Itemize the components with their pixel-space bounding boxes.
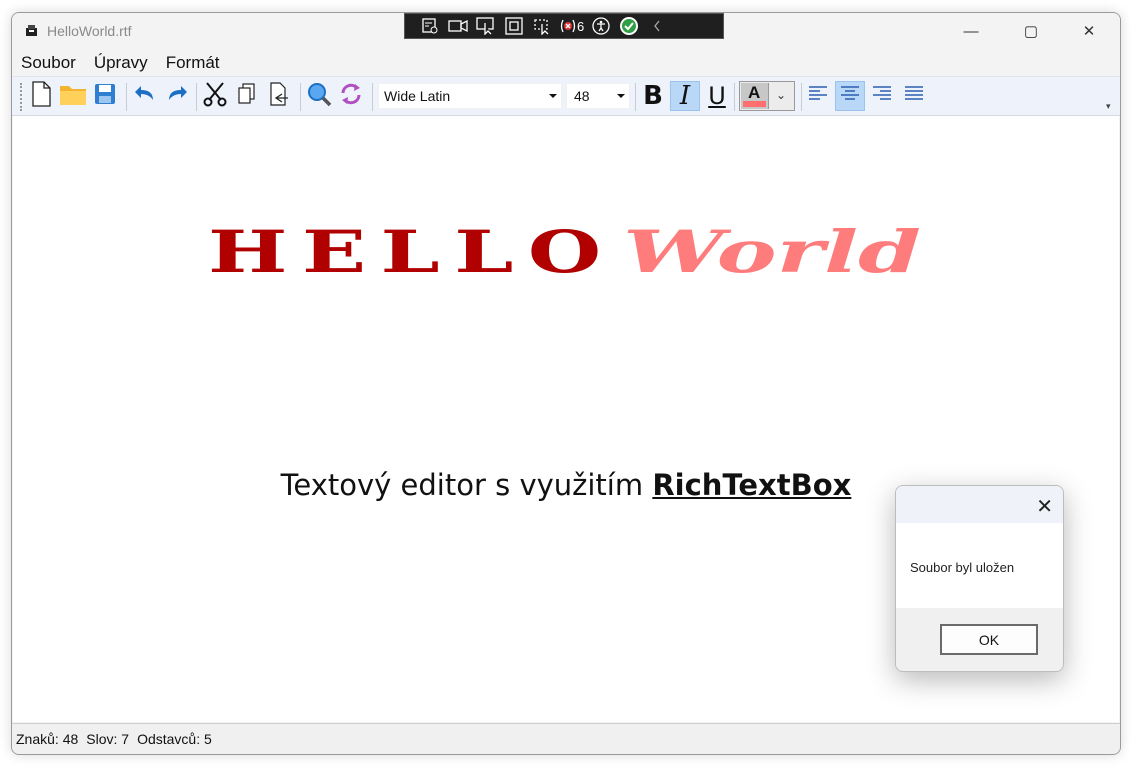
dialog-title-bar: ✕: [896, 486, 1063, 523]
paragraph-count: Odstavců: 5: [137, 731, 212, 747]
toolbar-separator: [801, 83, 802, 111]
new-file-button[interactable]: [26, 80, 56, 112]
menu-format[interactable]: Formát: [157, 53, 229, 73]
toolbar-grip[interactable]: [20, 83, 25, 111]
redo-button[interactable]: [162, 81, 192, 111]
align-center-button[interactable]: [835, 81, 865, 111]
paste-button[interactable]: [264, 81, 294, 111]
app-icon: [24, 23, 40, 43]
undo-button[interactable]: [130, 81, 160, 111]
new-document-icon: [30, 80, 52, 112]
window-title: HelloWorld.rtf: [47, 23, 132, 39]
title-bar: HelloWorld.rtf 6 — ▢ ✕: [12, 13, 1120, 49]
copy-icon: [237, 82, 257, 110]
subtitle-bold: RichTextBox: [652, 468, 852, 502]
dialog-message: Soubor byl uložen: [910, 560, 1015, 575]
undo-icon: [133, 84, 157, 109]
dialog-close-icon[interactable]: ✕: [1036, 494, 1053, 519]
toolbar: Wide Latin 48 B I U A ⌄ ▾: [12, 76, 1120, 116]
close-icon: ✕: [1082, 23, 1096, 40]
align-left-icon: [808, 85, 828, 108]
toolbar-separator: [300, 83, 301, 111]
find-button[interactable]: [304, 81, 334, 111]
font-color-bar: [743, 101, 766, 107]
font-family-value: Wide Latin: [384, 88, 451, 104]
align-left-button[interactable]: [803, 81, 833, 111]
toolbar-separator: [196, 83, 197, 111]
replace-arrows-icon: [338, 81, 364, 112]
font-family-combo[interactable]: Wide Latin: [378, 83, 562, 109]
bold-label: B: [643, 81, 663, 111]
minimize-icon: —: [963, 22, 979, 40]
status-bar: Znaků: 48 Slov: 7 Odstavců: 5: [12, 723, 1120, 754]
font-size-value: 48: [574, 88, 590, 104]
align-center-icon: [840, 85, 860, 108]
binding-failure-count: 6: [577, 18, 585, 34]
copy-button[interactable]: [232, 81, 262, 111]
font-size-combo[interactable]: 48: [566, 83, 630, 109]
cut-button[interactable]: [200, 81, 230, 111]
select-element-icon[interactable]: [475, 16, 497, 36]
align-justify-icon: [904, 85, 924, 108]
message-dialog: ✕ Soubor byl uložen OK: [895, 485, 1064, 672]
toolbar-separator: [734, 83, 735, 111]
display-layout-icon[interactable]: [503, 16, 525, 36]
menu-soubor[interactable]: Soubor: [12, 53, 85, 73]
subtitle-prefix: Textový editor s využitím: [280, 468, 653, 502]
close-button[interactable]: ✕: [1066, 13, 1112, 49]
chevron-down-icon[interactable]: ⌄: [776, 88, 786, 102]
scissors-icon: [202, 81, 228, 112]
track-focus-icon[interactable]: [531, 16, 553, 36]
underline-label: U: [708, 82, 726, 110]
world-text: World: [623, 218, 921, 286]
save-button[interactable]: [90, 81, 120, 111]
redo-icon: [165, 84, 189, 109]
justify-button[interactable]: [899, 81, 929, 111]
italic-button[interactable]: I: [670, 81, 700, 111]
char-count: Znaků: 48: [16, 731, 79, 747]
word-count: Slov: 7: [86, 731, 130, 747]
maximize-icon: ▢: [1023, 23, 1039, 40]
toolbar-separator: [635, 83, 636, 111]
hello-text: HELLO: [208, 218, 616, 286]
minimize-button[interactable]: —: [948, 13, 994, 49]
underline-button[interactable]: U: [702, 81, 732, 111]
chevron-down-icon: [617, 94, 625, 98]
save-disk-icon: [94, 83, 116, 110]
check-icon[interactable]: [618, 16, 640, 36]
chevron-down-icon: [549, 94, 557, 98]
maximize-button[interactable]: ▢: [1008, 13, 1054, 49]
paste-icon: [268, 81, 290, 111]
binding-failures-icon[interactable]: 6: [559, 16, 584, 36]
align-right-button[interactable]: [867, 81, 897, 111]
open-file-button[interactable]: [58, 81, 88, 111]
menu-upravy[interactable]: Úpravy: [85, 53, 157, 73]
debug-toolbar: 6: [404, 13, 724, 39]
camera-icon[interactable]: [447, 16, 469, 36]
ok-label: OK: [978, 631, 1000, 648]
font-color-label: A: [748, 83, 761, 102]
live-visual-tree-icon[interactable]: [419, 16, 441, 36]
replace-button[interactable]: [336, 81, 366, 111]
toolbar-separator: [126, 83, 127, 111]
font-color-swatch[interactable]: A: [741, 83, 769, 109]
bold-button[interactable]: B: [638, 81, 668, 111]
font-color-button[interactable]: A ⌄: [739, 81, 795, 111]
accessibility-icon[interactable]: [590, 16, 612, 36]
magnifier-icon: [306, 81, 332, 112]
ok-button[interactable]: OK: [940, 624, 1038, 655]
collapse-chevron-icon[interactable]: [646, 16, 668, 36]
menu-bar: Soubor Úpravy Formát: [12, 50, 1120, 76]
folder-icon: [59, 82, 87, 111]
italic-label: I: [679, 81, 691, 111]
align-right-icon: [872, 85, 892, 108]
toolbar-separator: [372, 83, 373, 111]
toolbar-overflow-icon[interactable]: ▾: [1106, 101, 1111, 112]
